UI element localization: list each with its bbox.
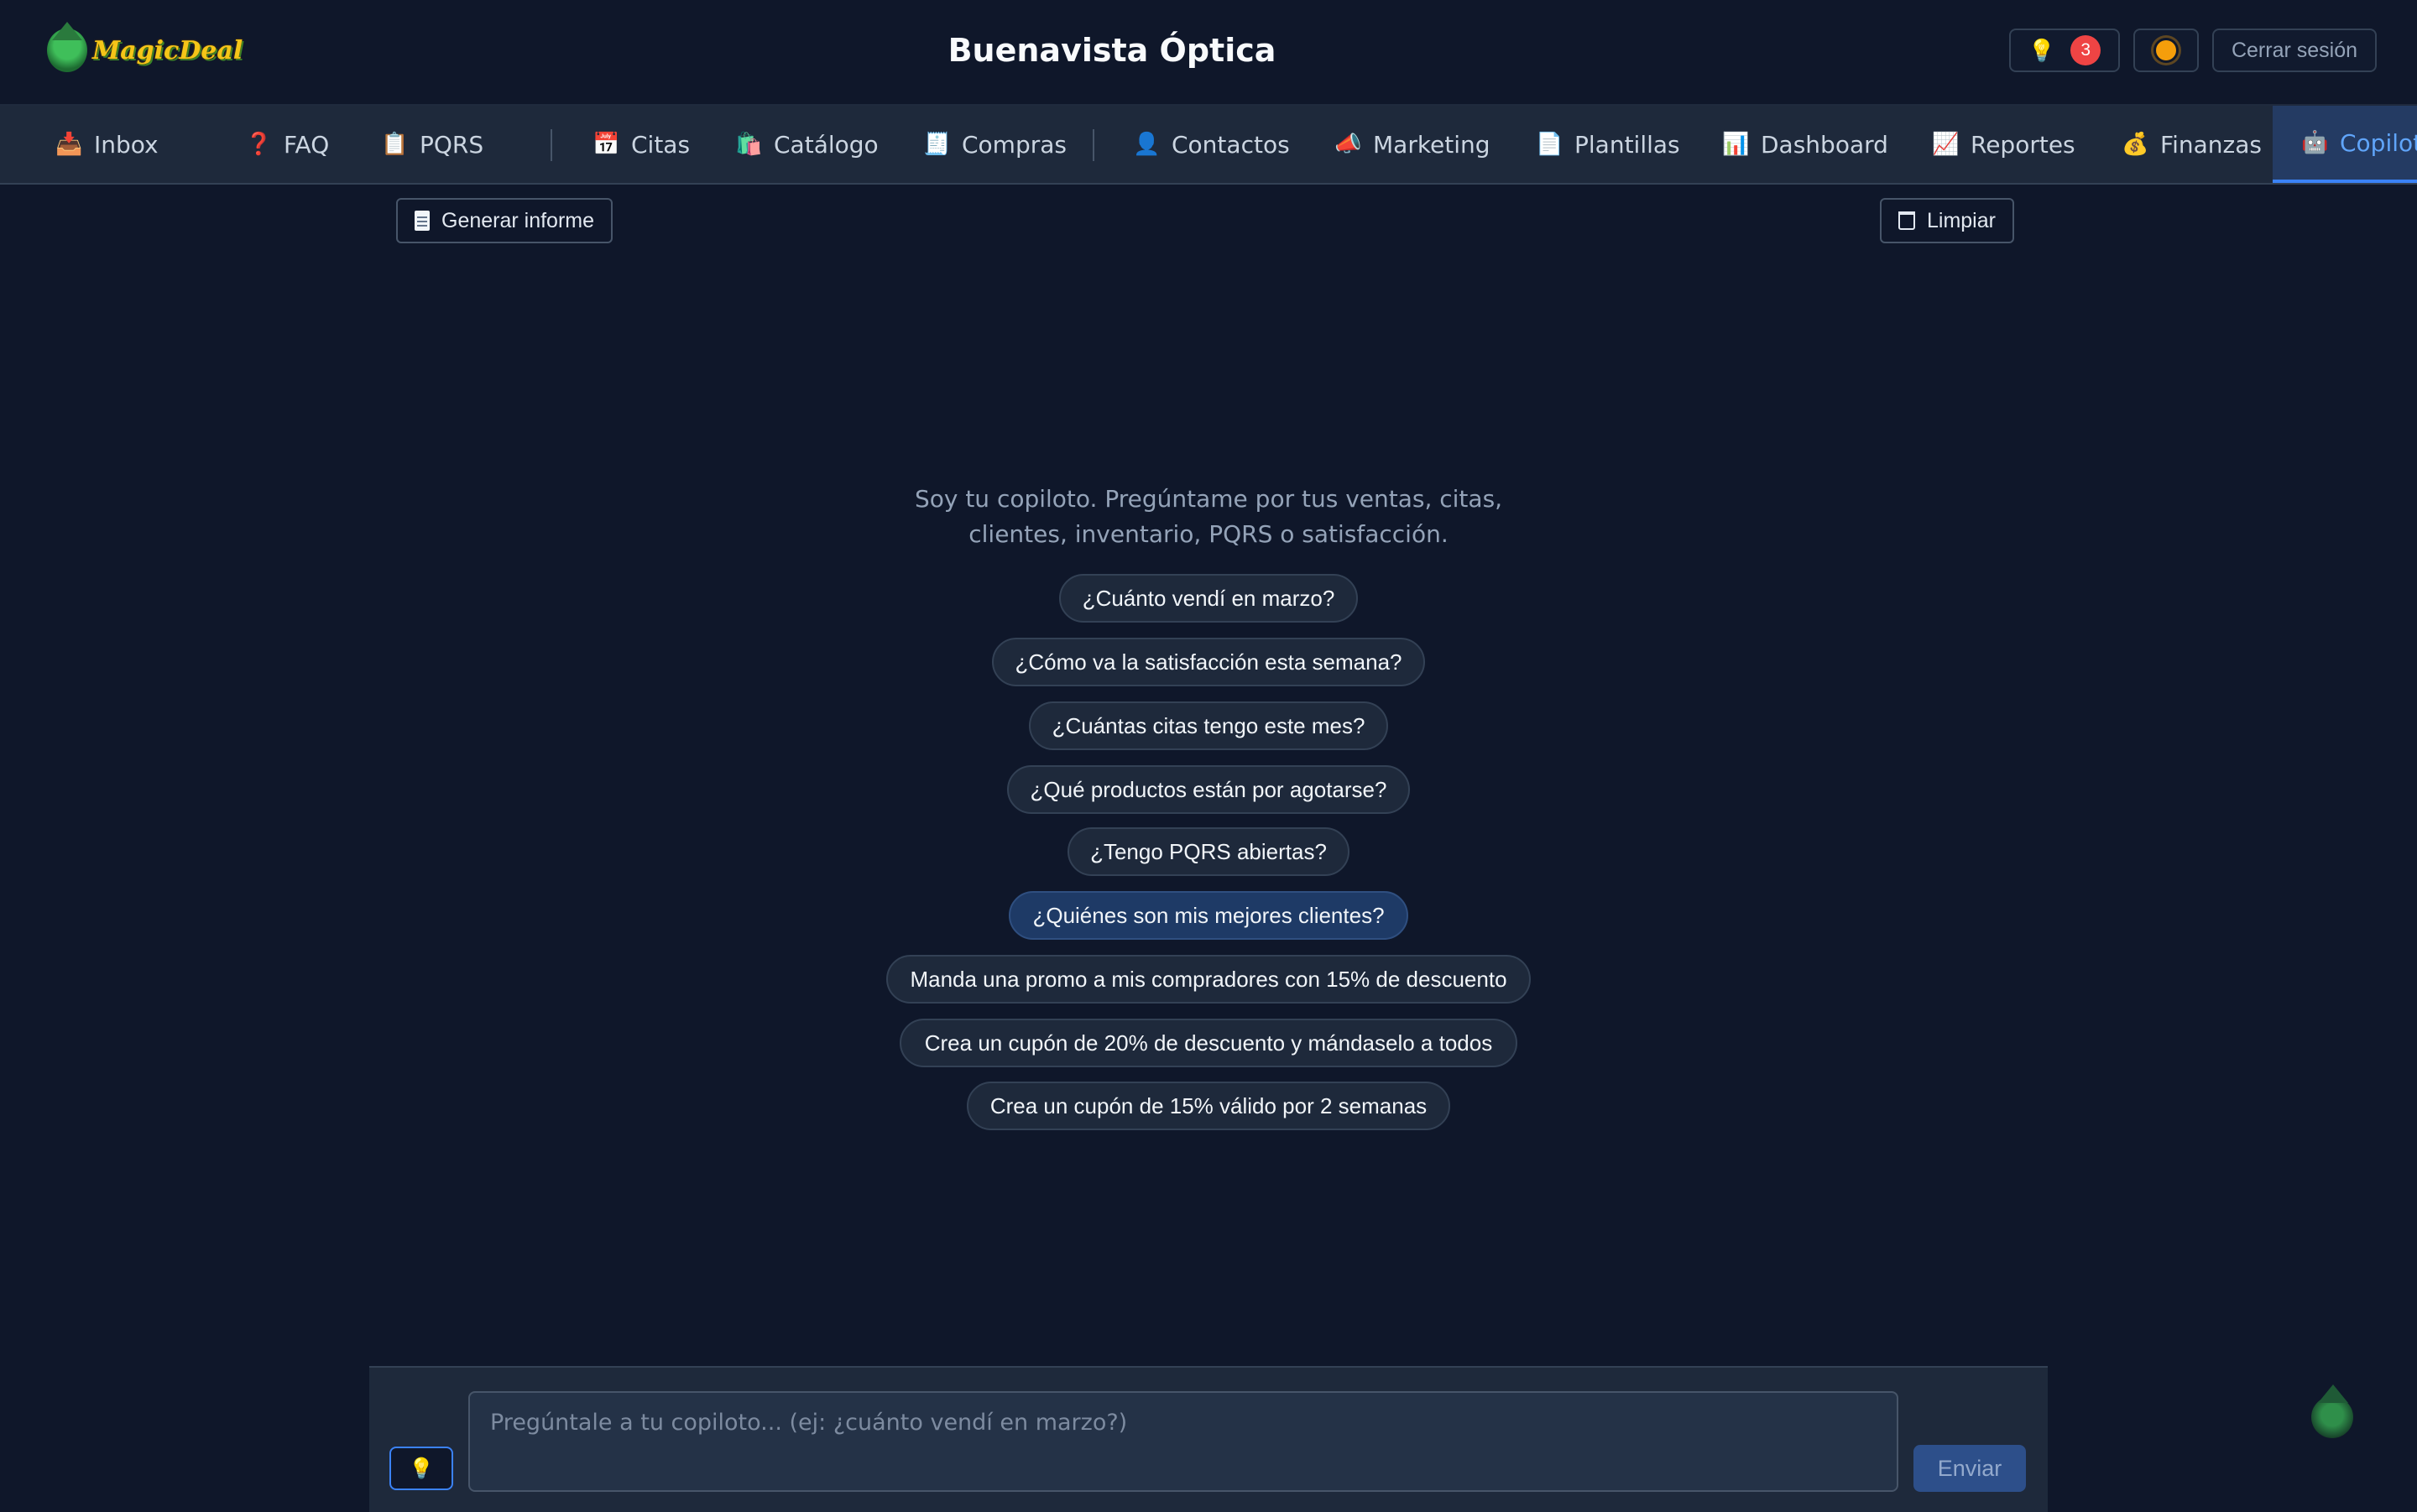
theme-toggle-button[interactable] xyxy=(2133,29,2199,72)
megaphone-icon: 📣 xyxy=(1334,132,1362,157)
sun-icon xyxy=(2156,40,2176,60)
nav-item-dashboard[interactable]: 📊 Dashboard xyxy=(1722,106,1888,183)
nav-item-reportes[interactable]: 📈 Reportes xyxy=(1932,106,2075,183)
nav-label: Citas xyxy=(631,130,691,159)
assistant-mascot-icon[interactable] xyxy=(2306,1384,2358,1440)
user-icon: 👤 xyxy=(1133,132,1161,157)
suggestion-chip[interactable]: ¿Tengo PQRS abiertas? xyxy=(1068,827,1349,876)
nav-item-pqrs[interactable]: 📋 PQRS xyxy=(381,106,483,183)
nav-item-catalogo[interactable]: 🛍️ Catálogo xyxy=(735,106,879,183)
main-nav: 📥 Inbox ❓ FAQ 📋 PQRS 📅 Citas 🛍️ Catálogo… xyxy=(0,106,2417,185)
calendar-icon: 📅 xyxy=(593,132,620,157)
suggestion-chip[interactable]: ¿Qué productos están por agotarse? xyxy=(1007,765,1410,814)
robot-icon: 🤖 xyxy=(2301,130,2329,155)
nav-item-plantillas[interactable]: 📄 Plantillas xyxy=(1536,106,1680,183)
trend-chart-icon: 📈 xyxy=(1932,132,1960,157)
receipt-icon: 🧾 xyxy=(923,132,951,157)
nav-label: Dashboard xyxy=(1761,130,1888,159)
bar-chart-icon: 📊 xyxy=(1722,132,1750,157)
nav-label: FAQ xyxy=(284,130,330,159)
nav-label: Plantillas xyxy=(1574,130,1680,159)
nav-label: Finanzas xyxy=(2160,130,2262,159)
suggestions-toggle-button[interactable]: 💡 xyxy=(389,1447,453,1490)
lightbulb-icon: 💡 xyxy=(2028,37,2056,63)
suggestion-chip[interactable]: ¿Cómo va la satisfacción esta semana? xyxy=(992,638,1425,686)
shopping-bag-icon: 🛍️ xyxy=(735,132,763,157)
clear-label: Limpiar xyxy=(1927,208,1996,232)
chat-composer: 💡 Enviar xyxy=(369,1366,2048,1512)
nav-item-inbox[interactable]: 📥 Inbox xyxy=(55,106,159,183)
question-icon: ❓ xyxy=(245,132,273,157)
nav-label: Compras xyxy=(962,130,1067,159)
nav-divider xyxy=(551,129,552,161)
lightbulb-icon: 💡 xyxy=(409,1457,434,1480)
nav-item-citas[interactable]: 📅 Citas xyxy=(593,106,690,183)
nav-item-contactos[interactable]: 👤 Contactos xyxy=(1133,106,1290,183)
copilot-welcome-text: Soy tu copiloto. Pregúntame por tus vent… xyxy=(914,485,1503,548)
nav-label: Copiloto xyxy=(2340,128,2417,157)
clear-button[interactable]: Limpiar xyxy=(1880,198,2014,243)
clipboard-icon: 📋 xyxy=(381,132,409,157)
suggestion-chip[interactable]: Manda una promo a mis compradores con 15… xyxy=(886,955,1531,1004)
send-button[interactable]: Enviar xyxy=(1913,1445,2026,1492)
nav-label: Reportes xyxy=(1971,130,2075,159)
page-title: Buenavista Óptica xyxy=(947,32,1276,69)
suggestion-chip[interactable]: ¿Cuánto vendí en marzo? xyxy=(1059,574,1358,623)
logout-button[interactable]: Cerrar sesión xyxy=(2212,29,2377,72)
generate-report-button[interactable]: Generar informe xyxy=(396,198,613,243)
document-icon xyxy=(415,211,430,231)
nav-item-finanzas[interactable]: 💰 Finanzas xyxy=(2122,106,2262,183)
document-icon: 📄 xyxy=(1536,132,1563,157)
ideas-button[interactable]: 💡 3 xyxy=(2009,29,2120,72)
suggestion-chip[interactable]: Crea un cupón de 15% válido por 2 semana… xyxy=(967,1082,1450,1130)
nav-item-marketing[interactable]: 📣 Marketing xyxy=(1334,106,1490,183)
nav-label: Inbox xyxy=(94,130,159,159)
nav-divider xyxy=(1093,129,1094,161)
app-header: MagicDeal Buenavista Óptica 💡 3 Cerrar s… xyxy=(0,0,2417,106)
notification-badge: 3 xyxy=(2070,35,2101,65)
nav-item-copiloto[interactable]: 🤖 Copiloto xyxy=(2273,106,2417,183)
inbox-icon: 📥 xyxy=(55,132,83,157)
mascot-hat xyxy=(2318,1384,2348,1403)
suggestion-chip[interactable]: ¿Cuántas citas tengo este mes? xyxy=(1029,701,1388,750)
suggestion-chip[interactable]: Crea un cupón de 20% de descuento y mánd… xyxy=(900,1019,1517,1067)
chat-input[interactable] xyxy=(468,1391,1898,1492)
nav-label: Contactos xyxy=(1172,130,1290,159)
nav-label: PQRS xyxy=(420,130,484,159)
money-bag-icon: 💰 xyxy=(2122,132,2149,157)
suggestion-chip[interactable]: ¿Quiénes son mis mejores clientes? xyxy=(1009,891,1408,940)
generate-report-label: Generar informe xyxy=(441,208,595,232)
trash-icon xyxy=(1898,211,1915,230)
nav-item-faq[interactable]: ❓ FAQ xyxy=(245,106,329,183)
nav-label: Catálogo xyxy=(774,130,879,159)
nav-label: Marketing xyxy=(1373,130,1490,159)
nav-item-compras[interactable]: 🧾 Compras xyxy=(923,106,1067,183)
